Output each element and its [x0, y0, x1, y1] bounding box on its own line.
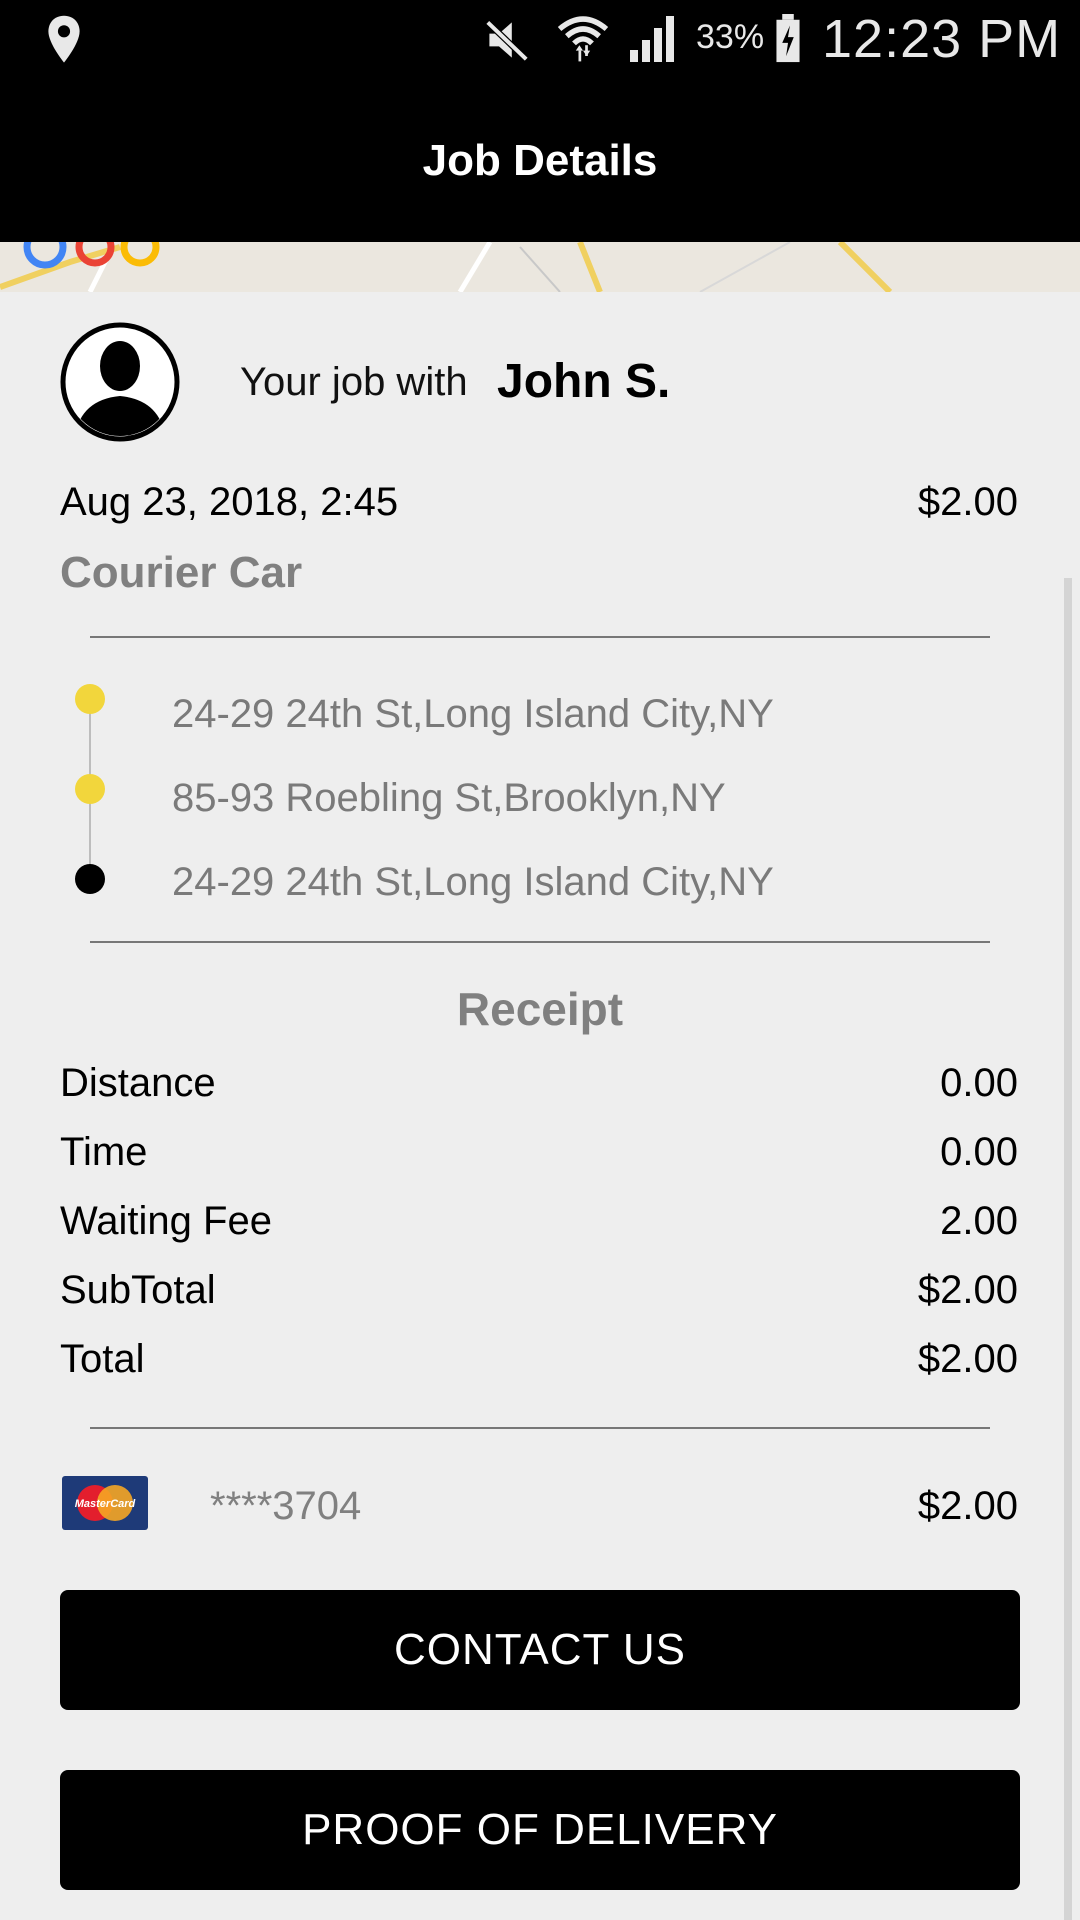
battery-charging-icon: [776, 14, 800, 63]
divider: [90, 1427, 990, 1429]
payment-amount: $2.00: [917, 1484, 1018, 1528]
divider: [90, 941, 990, 943]
receipt-label-waiting-fee: Waiting Fee: [60, 1199, 272, 1243]
wifi-icon: [557, 16, 609, 62]
driver-name: John S.: [497, 355, 671, 408]
route-stop-address: 24-29 24th St,Long Island City,NY: [172, 692, 774, 736]
mastercard-icon: MasterCard: [62, 1476, 148, 1530]
app-header: Job Details: [0, 80, 1080, 242]
receipt-label-time: Time: [60, 1130, 148, 1174]
proof-of-delivery-button[interactable]: PROOF OF DELIVERY: [60, 1770, 1020, 1890]
signal-icon: [630, 16, 674, 62]
job-price: $2.00: [917, 480, 1018, 524]
contact-us-button[interactable]: CONTACT US: [60, 1590, 1020, 1710]
receipt-value-total: $2.00: [917, 1337, 1018, 1381]
job-date: Aug 23, 2018, 2:45: [60, 480, 399, 524]
receipt-value-distance: 0.00: [940, 1061, 1018, 1105]
map-view[interactable]: [0, 242, 1080, 292]
job-with-label: Your job with: [240, 360, 468, 404]
clock: 12:23 PM: [822, 9, 1062, 69]
svg-text:MasterCard: MasterCard: [75, 1498, 136, 1510]
service-type: Courier Car: [60, 548, 303, 597]
card-number: ****3704: [210, 1484, 362, 1528]
battery-percent: 33%: [696, 18, 765, 56]
route-stop-address: 85-93 Roebling St,Brooklyn,NY: [172, 776, 726, 820]
receipt-label-total: Total: [60, 1337, 145, 1381]
divider: [90, 636, 990, 638]
page-title: Job Details: [422, 136, 658, 185]
map-roads: [0, 242, 893, 292]
status-bar: 33% 12:23 PM: [0, 0, 1080, 80]
stop-dot-icon: [75, 774, 105, 804]
scrollbar[interactable]: [1064, 578, 1072, 1920]
location-icon: [48, 15, 80, 63]
avatar-icon: [60, 322, 180, 442]
receipt-label-subtotal: SubTotal: [60, 1268, 216, 1312]
receipt-value-waiting-fee: 2.00: [940, 1199, 1018, 1243]
mute-icon: [485, 20, 529, 62]
receipt-title: Receipt: [456, 983, 624, 1035]
receipt-value-subtotal: $2.00: [917, 1268, 1018, 1312]
route-stop-address: 24-29 24th St,Long Island City,NY: [172, 860, 774, 904]
receipt-value-time: 0.00: [940, 1130, 1018, 1174]
pickup-dot-icon: [75, 684, 105, 714]
receipt-label-distance: Distance: [60, 1061, 216, 1105]
dropoff-dot-icon: [75, 864, 105, 894]
